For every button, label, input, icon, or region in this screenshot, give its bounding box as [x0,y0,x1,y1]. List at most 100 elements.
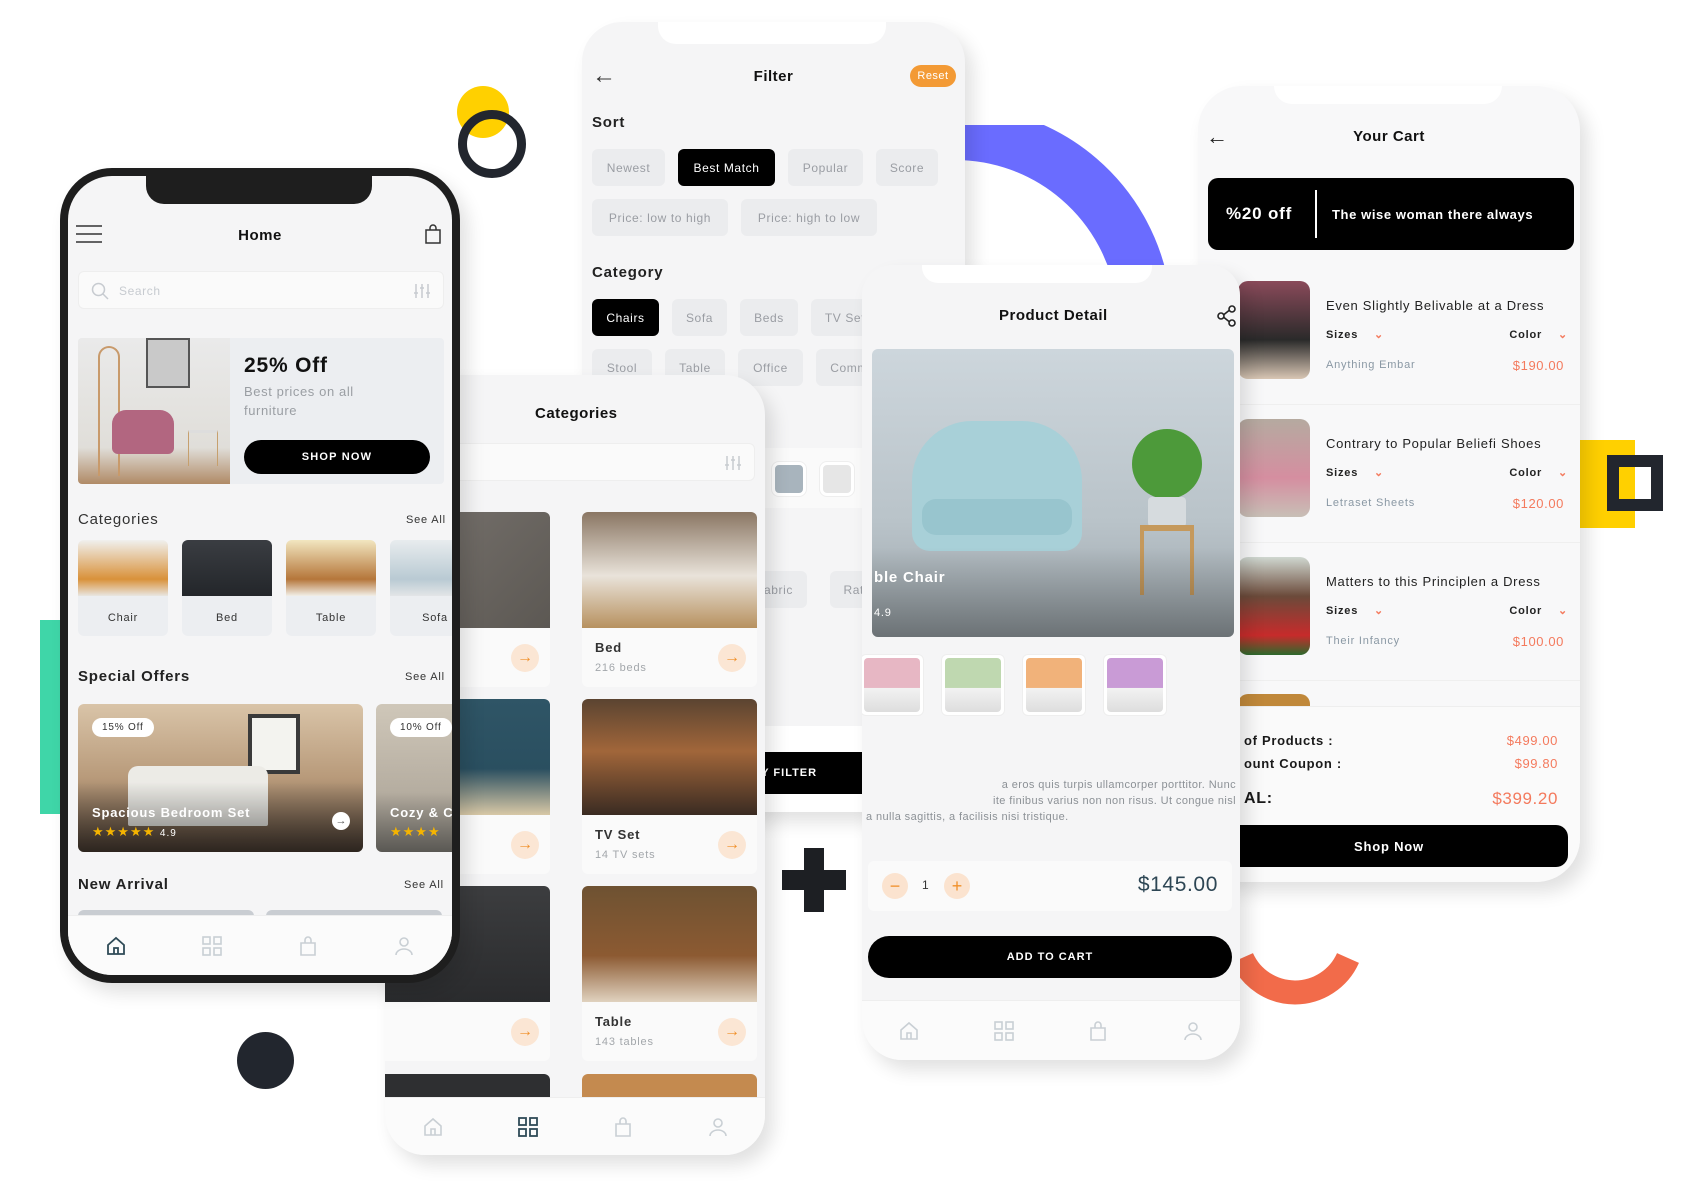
special-offers-see-all-link[interactable]: See All [405,671,445,683]
nav-bag-icon[interactable] [1085,1018,1111,1044]
reset-button[interactable]: Reset [910,65,956,87]
category-card-table[interactable]: Table 143 tables → [582,886,757,1061]
shop-now-button[interactable]: Shop Now [1210,825,1568,867]
promo-headline: 25% Off [244,354,328,377]
cart-item[interactable]: Even Slightly Belivable at a Dress Sizes … [1198,281,1580,405]
cart-item-image [1238,419,1310,517]
cart-item-image [1238,281,1310,379]
cart-summary: of Products : $499.00 ount Coupon : $99.… [1198,706,1580,882]
filter-sliders-icon[interactable] [413,282,431,300]
nav-profile-icon[interactable] [391,933,417,959]
category-option-sofa[interactable]: Sofa [672,299,727,336]
share-icon[interactable] [1216,305,1238,327]
nav-home-icon[interactable] [896,1018,922,1044]
product-color-thumbnail[interactable] [1103,654,1167,716]
nav-home-icon[interactable] [103,933,129,959]
category-option-office[interactable]: Office [738,349,803,386]
size-label: Sizes [1326,467,1359,479]
offer-badge: 10% Off [390,718,452,737]
nav-profile-icon[interactable] [1180,1018,1206,1044]
orange-arc-decoration [1236,952,1359,1005]
nav-categories-icon[interactable] [515,1114,541,1140]
sort-option-best-match[interactable]: Best Match [678,149,775,186]
chevron-down-icon: ⌄ [1557,467,1568,479]
square-outline-decoration [1607,455,1663,511]
category-option-beds[interactable]: Beds [740,299,798,336]
categories-see-all-link[interactable]: See All [406,514,446,526]
shop-now-button[interactable]: SHOP NOW [244,440,430,474]
nav-home-icon[interactable] [420,1114,446,1140]
grand-total-value: $399.20 [1492,789,1558,808]
product-price: $145.00 [1137,873,1218,896]
offer-card[interactable]: 15% Off Spacious Bedroom Set ★★★★★ 4.9 → [78,704,363,852]
category-image [78,540,168,596]
coupon-discount-label: ount Coupon : [1244,756,1342,771]
category-tile-bed[interactable]: Bed [182,540,272,636]
special-offers-heading: Special Offers [78,668,191,685]
nav-bag-icon[interactable] [295,933,321,959]
nav-categories-icon[interactable] [991,1018,1017,1044]
color-swatch-light[interactable] [820,462,854,496]
product-hero-image: ble Chair 4.9 [872,349,1234,637]
cart-screen: ← Your Cart %20 off The wise woman there… [1198,86,1580,882]
category-tile-chair[interactable]: Chair [78,540,168,636]
arrow-right-icon[interactable]: → [511,644,539,672]
home-search-input[interactable]: Search [78,271,444,309]
color-selector[interactable]: Color ⌄ [1509,466,1568,479]
category-tile-sofa[interactable]: Sofa [390,540,452,636]
arrow-right-icon[interactable]: → [718,644,746,672]
arrow-right-icon[interactable]: → [718,831,746,859]
cart-item-name: Contrary to Popular Beliefi Shoes [1326,436,1542,451]
filter-sliders-icon[interactable] [724,454,742,472]
category-card-bed[interactable]: Bed 216 beds → [582,512,757,687]
product-name-overlay: ble Chair [874,569,946,586]
nav-profile-icon[interactable] [705,1114,731,1140]
nav-categories-icon[interactable] [199,933,225,959]
offer-rating: ★★★★★ 4.9 [92,824,177,839]
color-swatch-grey[interactable] [772,462,806,496]
arrow-right-icon[interactable]: → [718,1018,746,1046]
plus-decoration [782,848,846,912]
size-selector[interactable]: Sizes ⌄ [1326,466,1384,479]
cart-item[interactable]: Matters to this Principlen a Dress Sizes … [1198,557,1580,681]
new-arrival-see-all-link[interactable]: See All [404,879,444,891]
add-to-cart-button[interactable]: ADD TO CART [868,936,1232,978]
sort-option-score[interactable]: Score [876,149,938,186]
color-label: Color [1509,329,1543,341]
product-color-thumbnail[interactable] [1022,654,1086,716]
cart-item-image [1238,557,1310,655]
product-color-thumbnail[interactable] [862,654,924,716]
size-selector[interactable]: Sizes ⌄ [1326,604,1384,617]
sort-option-price-high-low[interactable]: Price: high to low [741,199,877,236]
quantity-price-bar: − 1 + $145.00 [868,861,1232,911]
category-card-name: Table [595,1014,632,1029]
category-card-tv-set[interactable]: TV Set 14 TV sets → [582,699,757,874]
product-color-thumbnail[interactable] [941,654,1005,716]
size-selector[interactable]: Sizes ⌄ [1326,328,1384,341]
nav-bag-icon[interactable] [610,1114,636,1140]
color-selector[interactable]: Color ⌄ [1509,328,1568,341]
sort-option-newest[interactable]: Newest [592,149,665,186]
category-card-count: 143 tables [595,1036,654,1048]
bottom-nav [862,1000,1240,1060]
arrow-right-icon[interactable]: → [511,1018,539,1046]
decrease-quantity-button[interactable]: − [882,873,908,899]
cart-item-subtitle: Letraset Sheets [1326,497,1416,509]
offer-arrow-button[interactable]: → [332,812,350,830]
chevron-down-icon: ⌄ [1557,605,1568,617]
cart-item-subtitle: Their Infancy [1326,635,1400,647]
color-selector[interactable]: Color ⌄ [1509,604,1568,617]
cart-item[interactable]: Contrary to Popular Beliefi Shoes Sizes ⌄… [1198,419,1580,543]
category-tile-table[interactable]: Table [286,540,376,636]
quantity-value[interactable]: 1 [922,878,929,892]
arrow-right-icon[interactable]: → [511,831,539,859]
increase-quantity-button[interactable]: + [944,873,970,899]
cart-title: Your Cart [1353,128,1425,145]
category-label: Chair [107,612,139,624]
category-option-chairs[interactable]: Chairs [592,299,659,336]
category-image [390,540,452,596]
shopping-bag-icon[interactable] [424,224,442,244]
sort-option-popular[interactable]: Popular [788,149,863,186]
offer-card[interactable]: 10% Off Cozy & Co ★★★★ [376,704,452,852]
sort-option-price-low-high[interactable]: Price: low to high [592,199,728,236]
